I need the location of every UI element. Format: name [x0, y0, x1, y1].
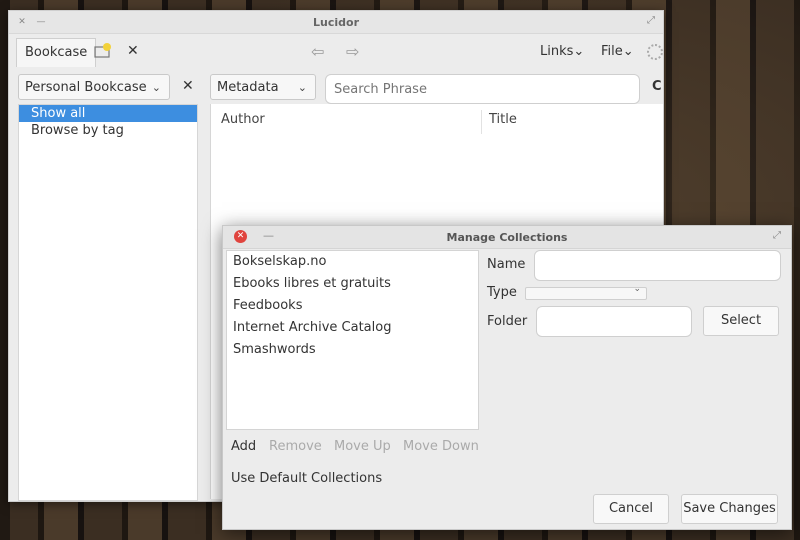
folder-label: Folder [487, 314, 528, 329]
list-item[interactable]: Bokselskap.no [227, 251, 478, 273]
clear-bookcase-icon[interactable]: ✕ [182, 78, 194, 94]
list-item[interactable]: Ebooks libres et gratuits [227, 273, 478, 295]
list-item[interactable]: Internet Archive Catalog [227, 317, 478, 339]
type-label: Type [487, 285, 517, 300]
dialog-restore-icon[interactable]: ⤢ [773, 230, 781, 241]
select-folder-button[interactable]: Select [703, 306, 779, 336]
forward-arrow-icon[interactable]: ⇨ [346, 44, 366, 60]
links-menu[interactable]: Links⌄ [540, 44, 584, 59]
chevron-down-icon: ⌄ [633, 284, 641, 294]
chevron-down-icon: ⌄ [297, 81, 307, 94]
window-restore-icon[interactable]: ⤢ [647, 15, 655, 26]
window-minimize-icon[interactable]: — [35, 16, 47, 28]
column-header-title[interactable]: Title [489, 112, 517, 127]
tab-bookcase[interactable]: Bookcase [16, 38, 97, 67]
add-button[interactable]: Add [231, 439, 256, 454]
close-tab-icon[interactable]: ✕ [127, 43, 139, 59]
folder-field[interactable] [536, 306, 692, 337]
clipped-button[interactable]: C [652, 79, 662, 94]
sidebar-item-browse-by-tag[interactable]: Browse by tag [19, 122, 197, 139]
dialog-title: Manage Collections [446, 231, 568, 244]
chevron-down-icon: ⌄ [151, 81, 161, 94]
name-label: Name [487, 257, 526, 272]
remove-button[interactable]: Remove [269, 439, 322, 454]
toolbar: Bookcase ✕ ⇦ ⇨ Links⌄ File⌄ [9, 34, 663, 70]
name-field[interactable] [534, 250, 781, 281]
field-select[interactable]: Metadata ⌄ [210, 74, 316, 100]
move-down-button[interactable]: Move Down [403, 439, 479, 454]
window-titlebar: ✕ — Lucidor ⤢ [9, 11, 663, 34]
window-title: Lucidor [313, 15, 359, 29]
type-select[interactable]: ⌄ [525, 284, 647, 300]
move-up-button[interactable]: Move Up [334, 439, 391, 454]
sidebar-list: Show all Browse by tag [18, 104, 198, 501]
cancel-button[interactable]: Cancel [593, 494, 669, 524]
manage-collections-dialog: ✕ — Manage Collections ⤢ Bokselskap.no E… [222, 225, 792, 530]
new-tab-icon[interactable] [93, 42, 113, 60]
list-item[interactable]: Smashwords [227, 339, 478, 361]
back-arrow-icon[interactable]: ⇦ [311, 44, 331, 60]
loading-spinner-icon [647, 44, 663, 60]
window-close-icon[interactable]: ✕ [16, 16, 28, 28]
column-header-author[interactable]: Author [221, 112, 265, 127]
column-divider[interactable] [481, 110, 482, 134]
file-menu[interactable]: File⌄ [601, 44, 634, 59]
dialog-titlebar: ✕ — Manage Collections ⤢ [223, 226, 791, 249]
use-default-collections-button[interactable]: Use Default Collections [231, 471, 382, 486]
search-input[interactable] [325, 74, 640, 104]
collections-list: Bokselskap.no Ebooks libres et gratuits … [226, 250, 479, 430]
save-changes-button[interactable]: Save Changes [681, 494, 778, 524]
sidebar-item-show-all[interactable]: Show all [19, 105, 197, 122]
list-item[interactable]: Feedbooks [227, 295, 478, 317]
bookcase-select[interactable]: Personal Bookcase ⌄ [18, 74, 170, 100]
